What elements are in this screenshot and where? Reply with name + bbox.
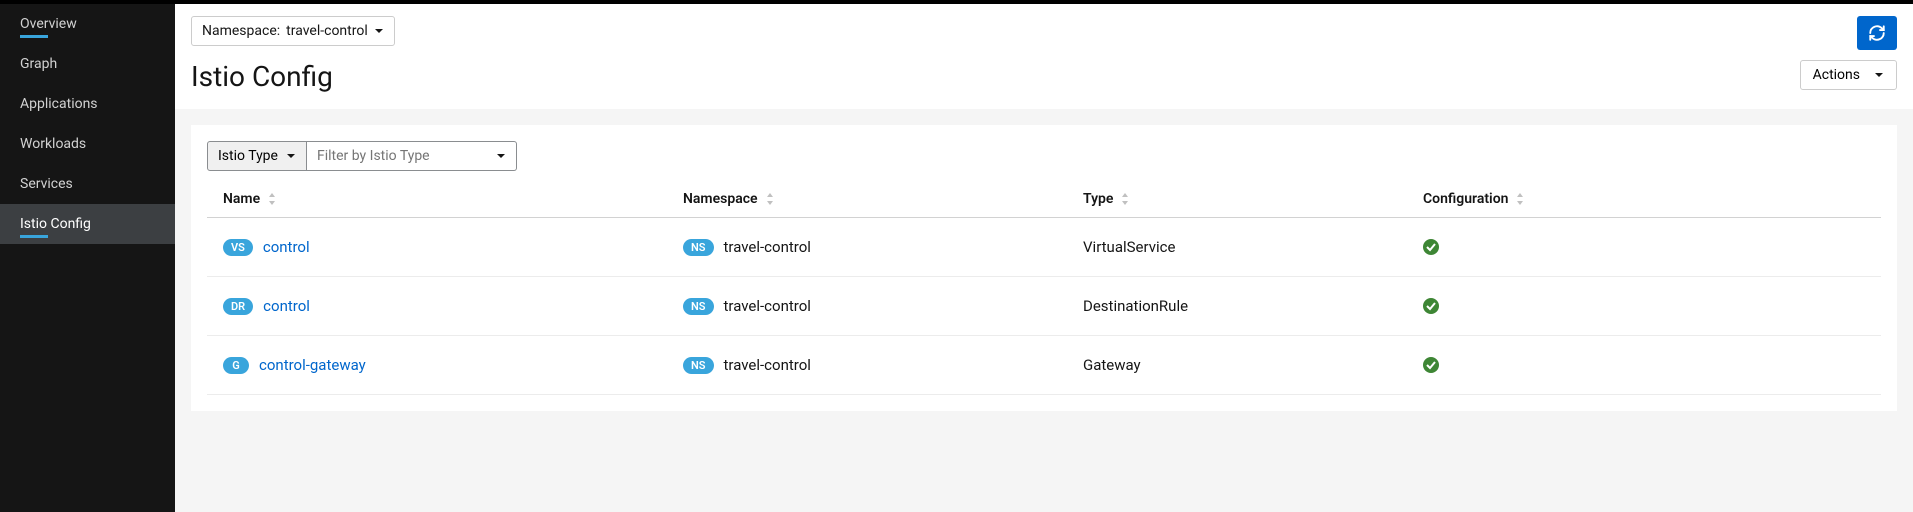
column-label: Type [1083,191,1113,207]
column-header-type[interactable]: Type [1083,191,1423,207]
namespace-text: travel-control [724,238,811,256]
active-underline [20,235,48,238]
type-badge: VS [223,239,253,256]
page-title: Istio Config [175,46,1913,93]
caret-down-icon [286,151,296,161]
cell-namespace: NS travel-control [683,297,1083,315]
actions-label: Actions [1813,67,1860,83]
cell-name: DR control [223,297,683,315]
cell-name: G control-gateway [223,356,683,374]
cell-configuration [1423,298,1865,314]
ok-icon [1423,298,1439,314]
sidebar-item-overview[interactable]: Overview [0,4,175,44]
ns-badge: NS [683,298,714,315]
table-card: Istio Type Name Na [191,125,1897,411]
filter-type-label: Istio Type [218,148,278,164]
refresh-icon [1868,24,1886,42]
sort-icon [1121,193,1129,205]
sidebar-item-label: Overview [20,16,77,32]
ns-badge: NS [683,239,714,256]
namespace-row: Namespace: travel-control [175,16,1913,46]
sidebar-item-label: Services [20,176,73,192]
cell-configuration [1423,239,1865,255]
resource-link[interactable]: control [263,238,310,256]
type-text: Gateway [1083,356,1141,374]
table-row: G control-gateway NS travel-control Gate… [207,336,1881,395]
type-badge: DR [223,298,253,315]
sort-icon [268,193,276,205]
namespace-text: travel-control [724,356,811,374]
namespace-text: travel-control [724,297,811,315]
cell-namespace: NS travel-control [683,356,1083,374]
caret-down-icon [374,26,384,36]
filter-input-wrap [307,141,517,171]
cell-namespace: NS travel-control [683,238,1083,256]
cell-type: DestinationRule [1083,297,1423,315]
filter-row: Istio Type [207,141,1881,171]
refresh-button[interactable] [1857,16,1897,50]
type-text: VirtualService [1083,238,1175,256]
column-header-name[interactable]: Name [223,191,683,207]
cell-type: VirtualService [1083,238,1423,256]
sidebar-item-label: Graph [20,56,57,72]
sidebar: Overview Graph Applications Workloads Se… [0,0,175,512]
sidebar-item-label: Workloads [20,136,86,152]
sidebar-item-graph[interactable]: Graph [0,44,175,84]
header: Namespace: travel-control Istio Config A… [175,4,1913,109]
sidebar-item-applications[interactable]: Applications [0,84,175,124]
sidebar-item-istio-config[interactable]: Istio Config [0,204,175,244]
sort-icon [766,193,774,205]
column-header-namespace[interactable]: Namespace [683,191,1083,207]
cell-configuration [1423,357,1865,373]
ok-icon [1423,357,1439,373]
column-label: Configuration [1423,191,1508,207]
resource-link[interactable]: control [263,297,310,315]
namespace-label: Namespace: [202,23,280,39]
cell-name: VS control [223,238,683,256]
namespace-selector[interactable]: Namespace: travel-control [191,16,395,46]
column-header-configuration[interactable]: Configuration [1423,191,1865,207]
config-table: Name Namespace Type [207,181,1881,395]
type-text: DestinationRule [1083,297,1188,315]
ok-icon [1423,239,1439,255]
actions-dropdown[interactable]: Actions [1800,60,1897,90]
table-row: VS control NS travel-control VirtualServ… [207,218,1881,277]
table-header: Name Namespace Type [207,181,1881,218]
filter-input[interactable] [307,142,516,170]
type-badge: G [223,357,249,374]
table-row: DR control NS travel-control Destination… [207,277,1881,336]
column-label: Namespace [683,191,758,207]
content: Istio Type Name Na [175,109,1913,512]
namespace-value: travel-control [286,23,368,39]
cell-type: Gateway [1083,356,1423,374]
main-area: Namespace: travel-control Istio Config A… [175,0,1913,512]
sidebar-item-label: Applications [20,96,98,112]
column-label: Name [223,191,260,207]
top-black-bar [0,0,1913,4]
sidebar-item-workloads[interactable]: Workloads [0,124,175,164]
sidebar-item-label: Istio Config [20,216,91,232]
filter-type-dropdown[interactable]: Istio Type [207,141,307,171]
sort-icon [1516,193,1524,205]
sidebar-item-services[interactable]: Services [0,164,175,204]
ns-badge: NS [683,357,714,374]
active-underline [20,35,48,38]
caret-down-icon [1874,70,1884,80]
resource-link[interactable]: control-gateway [259,356,366,374]
